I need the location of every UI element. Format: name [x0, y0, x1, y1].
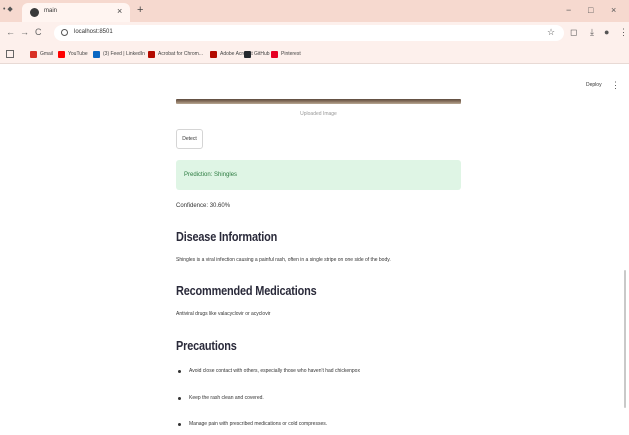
new-tab-button[interactable]: +: [137, 4, 143, 16]
precaution-item: Avoid close contact with others, especia…: [189, 368, 360, 374]
list-bullet: [178, 423, 181, 426]
reload-button[interactable]: C: [35, 27, 42, 38]
precaution-item: Keep the rash clean and covered.: [189, 395, 264, 401]
url-text: localhost:8501: [74, 29, 113, 35]
deploy-button[interactable]: Deploy: [586, 82, 602, 88]
bookmark-favicon-icon: [30, 50, 37, 58]
medications-heading: Recommended Medications: [176, 283, 317, 298]
tab-close-icon[interactable]: ×: [117, 6, 122, 16]
minimize-button[interactable]: −: [566, 4, 571, 16]
image-caption: Uploaded Image: [300, 111, 337, 117]
bookmarks-bar: Gmail YouTube (3) Feed | LinkedIn Acrobat f…: [0, 44, 629, 64]
close-window-button[interactable]: ×: [611, 4, 616, 16]
bookmark-item[interactable]: YouTube: [58, 49, 88, 59]
bookmark-item[interactable]: Gmail: [30, 49, 53, 59]
bookmark-label: GitHub: [254, 51, 270, 57]
page-scrollbar[interactable]: [624, 270, 626, 408]
bookmark-label: Gmail: [40, 51, 54, 57]
bookmark-label: (3) Feed | LinkedIn: [103, 51, 145, 57]
list-bullet: [178, 370, 181, 373]
bookmark-item[interactable]: Acrobat for Chrom...: [148, 49, 203, 59]
bookmark-label: YouTube: [68, 51, 88, 57]
bookmark-favicon-icon: [148, 50, 155, 58]
list-bullet: [178, 397, 181, 400]
tab-favicon-icon: [30, 8, 39, 17]
bookmark-favicon-icon: [271, 50, 278, 58]
back-button[interactable]: ←: [6, 27, 15, 38]
bookmark-item[interactable]: (3) Feed | LinkedIn: [93, 49, 145, 59]
window-menu-icon[interactable]: • ◆: [3, 5, 13, 13]
browser-titlebar: • ◆ main × + − □ ×: [0, 0, 629, 22]
disease-info-heading: Disease Information: [176, 229, 278, 244]
medications-text: Antiviral drugs like valacyclovir or acy…: [176, 311, 271, 317]
apps-grid-icon[interactable]: [6, 50, 14, 58]
confidence-text: Confidence: 30.60%: [176, 203, 231, 209]
maximize-button[interactable]: □: [588, 4, 593, 16]
tab-title: main: [44, 8, 58, 14]
bookmark-label: Pinterest: [281, 51, 301, 57]
bookmark-favicon-icon: [244, 50, 251, 58]
prediction-text: Prediction: Shingles: [184, 172, 238, 178]
main-menu-icon[interactable]: ⋮: [611, 80, 620, 90]
site-info-icon[interactable]: [61, 29, 68, 36]
extensions-icon[interactable]: ◻: [570, 27, 577, 38]
address-bar-row: ← → C localhost:8501 ☆ ◻ ⤓ ● ⋮: [0, 22, 629, 44]
precaution-item: Manage pain with prescribed medications …: [189, 421, 328, 427]
bookmark-favicon-icon: [210, 50, 217, 58]
url-bar[interactable]: localhost:8501 ☆: [54, 25, 564, 41]
prediction-alert: Prediction: Shingles: [176, 160, 461, 190]
bookmark-label: Acrobat for Chrom...: [158, 51, 204, 57]
bookmark-item[interactable]: GitHub: [244, 49, 270, 59]
precautions-heading: Precautions: [176, 338, 237, 353]
browser-menu-icon[interactable]: ⋮: [619, 27, 628, 38]
bookmark-item[interactable]: Pinterest: [271, 49, 301, 59]
disease-info-text: Shingles is a viral infection causing a …: [176, 257, 391, 263]
uploaded-image: [176, 99, 461, 104]
bookmark-favicon-icon: [93, 50, 100, 58]
detect-button[interactable]: Detect: [176, 129, 203, 149]
browser-tab[interactable]: main ×: [22, 3, 130, 22]
forward-button[interactable]: →: [20, 27, 29, 38]
bookmark-favicon-icon: [58, 50, 65, 58]
bookmark-star-icon[interactable]: ☆: [547, 27, 555, 38]
download-icon[interactable]: ⤓: [590, 27, 594, 38]
profile-avatar-icon[interactable]: ●: [604, 27, 609, 38]
